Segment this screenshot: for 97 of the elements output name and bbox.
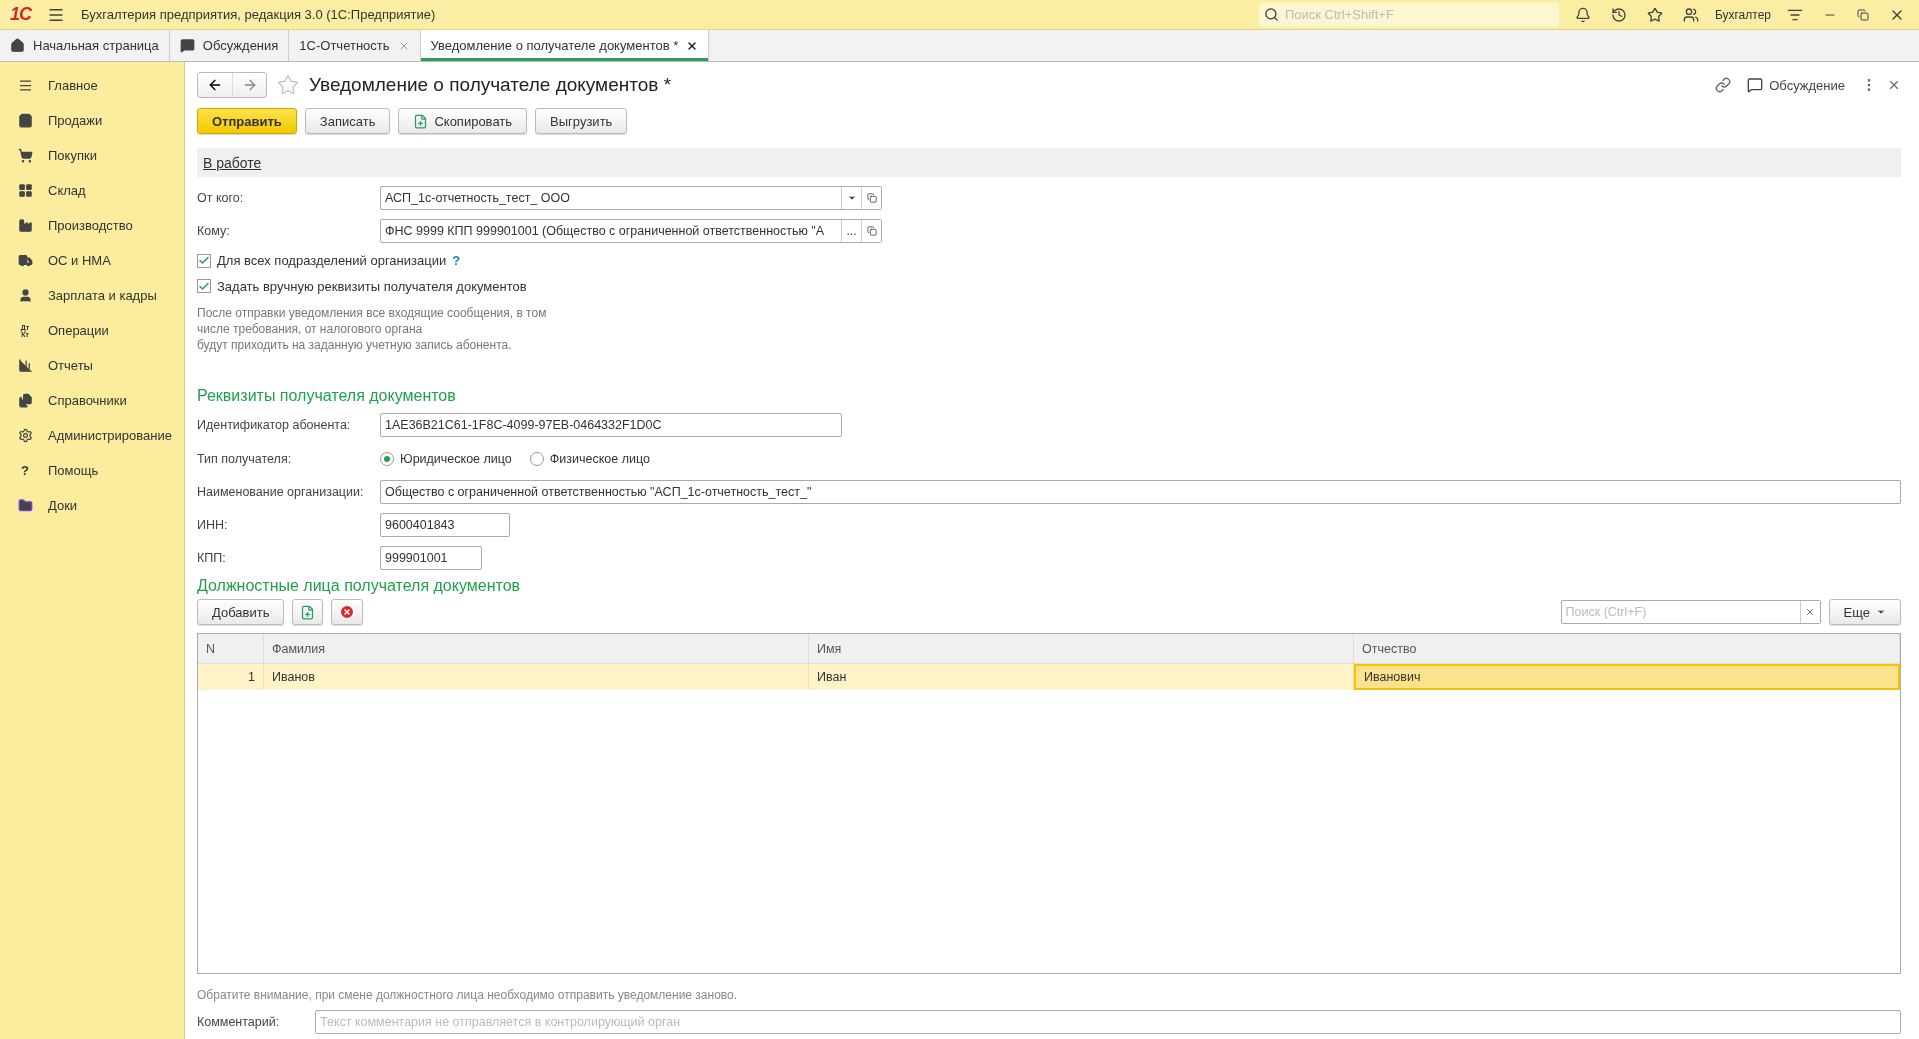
section-heading: Реквизиты получателя документов [197, 386, 457, 405]
discussion-button[interactable]: Обсуждение [1741, 76, 1851, 94]
table-cell[interactable]: Иван [809, 664, 1354, 691]
sidebar-item[interactable]: Склад [0, 173, 184, 208]
sidebar-item[interactable]: Производство [0, 208, 184, 243]
section-icon [16, 428, 34, 443]
column-header[interactable]: Фамилия [264, 634, 809, 665]
field-label: От кого: [197, 191, 245, 205]
column-header[interactable]: N [198, 634, 264, 665]
status-link[interactable]: В работе [203, 154, 262, 171]
sidebar-item[interactable]: ? Помощь [0, 453, 184, 488]
star-icon[interactable] [277, 74, 299, 96]
close-icon[interactable] [686, 39, 699, 52]
table-cell[interactable]: Иванович [1354, 664, 1900, 691]
text-field[interactable]: Общество с ограниченной ответственностью "АСП_1с-отчетность_тест_" [381, 480, 1900, 503]
field-label: ИНН: [197, 518, 229, 533]
select-field[interactable]: АСП_1с-отчетность_тест_ ООО [381, 187, 841, 209]
open-button[interactable] [861, 220, 881, 243]
sidebar-item[interactable]: ОС и НМА [0, 243, 184, 278]
copy-row-button[interactable] [292, 599, 324, 626]
checkbox-label: Для всех подразделений организации [217, 253, 447, 269]
checkbox[interactable] [197, 253, 211, 268]
section-heading: Должностные лица получателя документов [197, 577, 522, 596]
section-icon [16, 358, 34, 373]
delete-button[interactable] [331, 599, 364, 626]
search-box[interactable]: Поиск (Ctrl+F) [1560, 600, 1821, 625]
open-window-icon [866, 193, 877, 203]
open-button[interactable] [861, 187, 881, 209]
tab[interactable]: 1С-Отчетность [289, 30, 421, 61]
section-icon [16, 393, 34, 408]
toolbar-button[interactable]: Выгрузить [535, 108, 628, 134]
toolbar-button[interactable]: Отправить [197, 108, 297, 134]
search-icon[interactable] [1263, 7, 1279, 22]
select-box[interactable]: АСП_1с-отчетность_тест_ ООО [380, 186, 882, 210]
sidebar-item[interactable]: Справочники [0, 383, 184, 418]
sidebar-item[interactable]: Зарплата и кадры [0, 278, 184, 313]
field-label: Наименование организации: [197, 484, 365, 499]
sidebar-item[interactable]: Администрирование [0, 418, 184, 453]
table-cell[interactable]: Иванов [264, 664, 809, 691]
field-label: Кому: [197, 224, 231, 239]
select-field[interactable]: ФНС 9999 КПП 999901001 (Общество с ограниченной ответственностью "А [381, 220, 841, 243]
section-icon [16, 253, 34, 268]
chat-icon [179, 38, 195, 53]
select-box[interactable]: ФНС 9999 КПП 999901001 (Общество с ограниченной ответственностью "А ... [380, 219, 882, 244]
file-plus-icon [413, 113, 429, 129]
close-icon [1805, 607, 1816, 618]
tab[interactable]: Уведомление о получателе документов * [420, 30, 710, 61]
radio-option[interactable]: Физическое лицо [529, 451, 650, 466]
tab[interactable]: Начальная страница [0, 30, 170, 61]
text-field[interactable]: 9600401843 [381, 514, 509, 537]
search-box[interactable]: Поиск Ctrl+Shift+F [1258, 2, 1559, 27]
clear-button[interactable] [1799, 601, 1820, 624]
checkbox-label: Задать вручную реквизиты получателя документов [217, 278, 527, 294]
caret-icon [846, 193, 857, 203]
toolbar-button[interactable]: Скопировать [398, 108, 528, 134]
text-field[interactable]: 999901001 [381, 547, 481, 570]
link-icon[interactable] [1715, 77, 1732, 93]
user-name[interactable]: Бухгалтер [1714, 7, 1771, 22]
sidebar-item[interactable]: Покупки [0, 138, 184, 173]
sidebar-item[interactable]: Доки [0, 488, 184, 523]
text-field[interactable]: 1AE36B21C61-1F8C-4099-97EB-0464332F1D0C [381, 414, 841, 437]
chat-icon [1747, 77, 1764, 93]
sidebar-item[interactable]: Главное [0, 68, 184, 103]
radio-option[interactable]: Юридическое лицо [380, 451, 512, 466]
section-icon [16, 183, 34, 198]
tab[interactable]: Обсуждения [169, 30, 290, 61]
sidebar-glyph-icon: ? [16, 464, 34, 477]
section-icon [16, 218, 34, 233]
column-header[interactable]: Имя [809, 634, 1354, 665]
app-title: Бухгалтерия предприятия, редакция 3.0 (1С:Предприятие) [81, 7, 437, 22]
table-cell[interactable]: 1 [198, 664, 264, 691]
field-label: Идентификатор абонента: [197, 418, 352, 433]
section-icon [16, 148, 34, 163]
delete-icon [339, 604, 356, 621]
section-icon [16, 498, 34, 513]
help-mark[interactable]: ? [452, 253, 461, 269]
table-search-field[interactable]: Поиск (Ctrl+F) [1561, 601, 1800, 624]
section-icon [16, 113, 34, 128]
form-title: Уведомление о получателе документов * [309, 74, 673, 96]
search-field[interactable]: Поиск Ctrl+Shift+F [1282, 6, 1554, 23]
file-plus-icon [300, 604, 316, 620]
sidebar-item[interactable]: Продажи [0, 103, 184, 138]
field-label: КПП: [197, 551, 227, 566]
toolbar-button[interactable]: Записать [304, 108, 391, 134]
field-label: Комментарий: [197, 1015, 281, 1030]
comment-field[interactable]: Текст комментария не отправляется в контролирующий орган [316, 1011, 1900, 1034]
column-header[interactable]: Отчество [1354, 634, 1900, 665]
footnote: Обратите внимание, при смене должностного лица необходимо отправить уведомление заново. [197, 987, 739, 1002]
sidebar-item[interactable]: Отчеты [0, 348, 184, 383]
open-window-icon [866, 226, 877, 237]
field-label: Тип получателя: [197, 451, 293, 466]
checkbox[interactable] [197, 279, 211, 294]
add-button[interactable]: Добавить [197, 599, 285, 626]
info-note: После отправки уведомления все входящие сообщения, в том числе требования, от налогового органа будут приходить на заданную учетную запись абонента. [197, 304, 548, 353]
app-logo: 1С [10, 4, 31, 25]
home-icon [10, 38, 25, 53]
more-button[interactable]: Еще [1828, 599, 1901, 626]
